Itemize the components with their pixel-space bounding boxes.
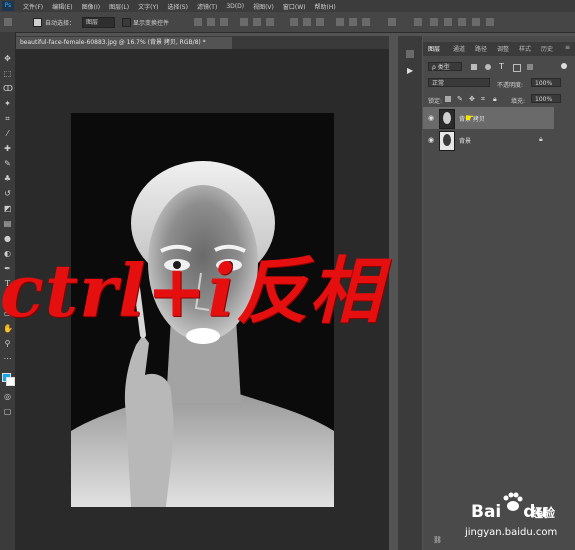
3d-roll-icon[interactable] [444, 18, 452, 26]
tab-paths[interactable]: 路径 [475, 44, 487, 53]
align-bottom-icon[interactable] [220, 18, 228, 26]
crop-icon[interactable]: ⌗ [3, 114, 12, 123]
fill-label: 填充: [511, 98, 526, 105]
lasso-icon[interactable]: ↀ [3, 84, 13, 93]
menu-3d[interactable]: 3D(D) [226, 3, 244, 10]
tab-history[interactable]: 历史 [541, 44, 553, 53]
overlay-annotation-text: ctrl+i反相 [0, 248, 383, 333]
show-transform-label: 显示变换控件 [133, 20, 170, 27]
filter-smart-object-icon[interactable] [527, 64, 533, 70]
distribute-bottom-icon[interactable] [316, 18, 324, 26]
3d-rotate-icon[interactable] [430, 18, 438, 26]
filter-type-icon[interactable]: T [499, 62, 504, 71]
filter-toggle-icon[interactable] [561, 63, 567, 69]
menu-window[interactable]: 窗口(W) [283, 2, 306, 11]
play-actions-icon[interactable]: ▶ [407, 66, 413, 75]
lock-artboard-icon[interactable]: ⌗ [481, 95, 485, 104]
options-bar: 自动选择： 图层 显示变换控件 [0, 12, 575, 33]
filter-pixel-icon[interactable] [471, 64, 477, 70]
align-top-icon[interactable] [194, 18, 202, 26]
tab-layers[interactable]: 图层 [428, 44, 440, 53]
link-layers-icon[interactable]: ⛓ [433, 536, 442, 544]
magic-wand-icon[interactable]: ✦ [3, 99, 12, 108]
align-right-icon[interactable] [266, 18, 274, 26]
lock-brush-icon[interactable]: ✎ [457, 95, 463, 103]
opacity-label: 不透明度: [497, 82, 524, 89]
distribute-middle-icon[interactable] [303, 18, 311, 26]
tab-channels[interactable]: 通道 [453, 44, 465, 53]
3d-scale-icon[interactable] [486, 18, 494, 26]
move-icon[interactable]: ✥ [3, 54, 12, 63]
3d-pan-icon[interactable] [458, 18, 466, 26]
document-tab[interactable]: beautiful-face-female-60883.jpg @ 16.7% … [16, 37, 232, 49]
more-tools-icon[interactable]: ⋯ [3, 354, 12, 363]
quick-mask-icon[interactable]: ◎ [3, 392, 12, 401]
baidu-watermark: Bai du 经验 jingyan.baidu.com [465, 492, 571, 548]
distribute-left-icon[interactable] [336, 18, 344, 26]
distribute-right-icon[interactable] [362, 18, 370, 26]
blend-mode-dropdown[interactable]: 正常 [428, 78, 490, 87]
cursor-pointer-icon: ☛ [465, 113, 474, 124]
watermark-url: jingyan.baidu.com [465, 527, 558, 538]
eraser-icon[interactable]: ◩ [3, 204, 12, 213]
tab-styles[interactable]: 样式 [519, 44, 531, 53]
align-left-icon[interactable] [240, 18, 248, 26]
tab-adjustments[interactable]: 调整 [497, 44, 509, 53]
panel-menu-icon[interactable]: ≡ [565, 44, 570, 51]
auto-select-label: 自动选择： [45, 20, 76, 27]
lock-icon: 🔒︎ [539, 135, 543, 143]
opacity-input[interactable]: 100% [531, 78, 561, 87]
menu-edit[interactable]: 编辑(E) [52, 2, 72, 11]
eyedropper-icon[interactable]: ⁄ [3, 129, 12, 138]
distribute-top-icon[interactable] [290, 18, 298, 26]
lock-position-icon[interactable]: ✥ [469, 95, 475, 103]
layer-filter-dropdown[interactable]: ρ 类型 [428, 62, 462, 71]
healing-brush-icon[interactable]: ✚ [3, 144, 12, 153]
menu-help[interactable]: 帮助(H) [315, 2, 336, 11]
layer-row-background-copy[interactable]: ◉ 背景 拷贝 ☛ [423, 107, 554, 129]
menu-view[interactable]: 视图(V) [253, 2, 274, 11]
lock-label: 锁定: [428, 98, 443, 105]
layer-thumbnail [439, 131, 455, 151]
history-brush-icon[interactable]: ↺ [3, 189, 12, 198]
distribute-center-icon[interactable] [349, 18, 357, 26]
filter-adjustment-icon[interactable] [485, 64, 491, 70]
menu-bar: Ps 文件(F) 编辑(E) 图像(I) 图层(L) 文字(Y) 选择(S) 滤… [0, 0, 575, 12]
background-color-swatch[interactable] [6, 377, 15, 386]
show-transform-checkbox[interactable] [122, 18, 131, 27]
gradient-icon[interactable]: ▤ [3, 219, 12, 228]
lock-all-icon[interactable]: 🔒︎ [493, 95, 497, 104]
properties-panel-icon[interactable] [406, 50, 414, 58]
brush-icon[interactable]: ✎ [3, 159, 12, 168]
panel-tabs: 图层 通道 路径 调整 样式 历史 ≡ [423, 42, 575, 56]
align-middle-icon[interactable] [207, 18, 215, 26]
filter-shape-icon[interactable] [513, 64, 521, 72]
screen-mode-icon[interactable]: ▢ [3, 407, 12, 416]
auto-align-icon[interactable] [388, 18, 396, 26]
menu-filter[interactable]: 滤镜(T) [197, 2, 217, 11]
photoshop-logo-icon: Ps [2, 1, 14, 11]
layer-row-background[interactable]: ◉ 背景 🔒︎ [423, 129, 554, 151]
move-tool-icon[interactable] [4, 18, 12, 26]
3d-mode-icon[interactable] [414, 18, 422, 26]
visibility-eye-icon[interactable]: ◉ [428, 114, 436, 122]
menu-layer[interactable]: 图层(L) [109, 2, 129, 11]
watermark-jingyan: 经验 [531, 506, 556, 520]
marquee-icon[interactable]: ⬚ [3, 69, 12, 78]
menu-select[interactable]: 选择(S) [167, 2, 188, 11]
align-center-icon[interactable] [253, 18, 261, 26]
menu-file[interactable]: 文件(F) [23, 2, 43, 11]
clone-stamp-icon[interactable]: ♣ [3, 174, 12, 183]
auto-select-dropdown[interactable]: 图层 [82, 17, 115, 28]
auto-select-checkbox[interactable] [33, 18, 42, 27]
menu-image[interactable]: 图像(I) [82, 2, 100, 11]
fill-input[interactable]: 100% [531, 94, 561, 103]
layer-thumbnail [439, 109, 455, 129]
menu-type[interactable]: 文字(Y) [138, 2, 158, 11]
lock-transparent-icon[interactable] [445, 96, 451, 102]
3d-slide-icon[interactable] [472, 18, 480, 26]
visibility-eye-icon[interactable]: ◉ [428, 136, 436, 144]
layer-name[interactable]: 背景 [459, 136, 471, 145]
